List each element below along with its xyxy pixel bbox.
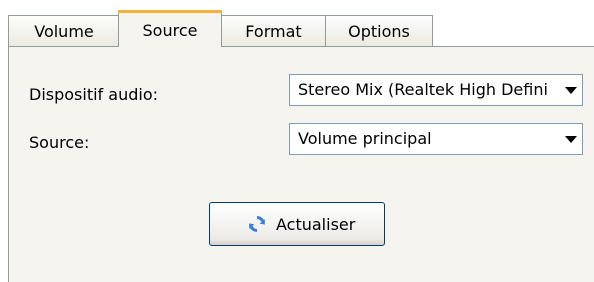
refresh-button[interactable]: Actualiser [209, 202, 385, 246]
tab-source-label: Source [142, 21, 198, 40]
refresh-button-label: Actualiser [276, 215, 356, 234]
source-label: Source: [29, 133, 90, 152]
tab-source[interactable]: Source [118, 10, 222, 47]
audio-device-label: Dispositif audio: [29, 85, 158, 104]
source-tab-panel: Dispositif audio: Stereo Mix (Realtek Hi… [8, 46, 594, 282]
audio-device-dropdown[interactable]: Stereo Mix (Realtek High Definition Audi… [289, 74, 583, 106]
audio-settings-window: Volume Source Format Options Dispositif … [0, 0, 594, 282]
tab-format-label: Format [245, 22, 302, 41]
audio-device-value: Stereo Mix (Realtek High Definition Audi… [298, 80, 548, 99]
source-value: Volume principal [298, 129, 432, 148]
tab-format[interactable]: Format [220, 15, 327, 46]
source-dropdown[interactable]: Volume principal [289, 123, 583, 155]
tab-volume-label: Volume [34, 22, 94, 41]
tab-options-label: Options [348, 22, 410, 41]
refresh-icon [249, 216, 265, 232]
chevron-down-icon [565, 87, 577, 94]
tab-options[interactable]: Options [325, 15, 433, 46]
tab-volume[interactable]: Volume [8, 15, 120, 46]
chevron-down-icon [565, 136, 577, 143]
